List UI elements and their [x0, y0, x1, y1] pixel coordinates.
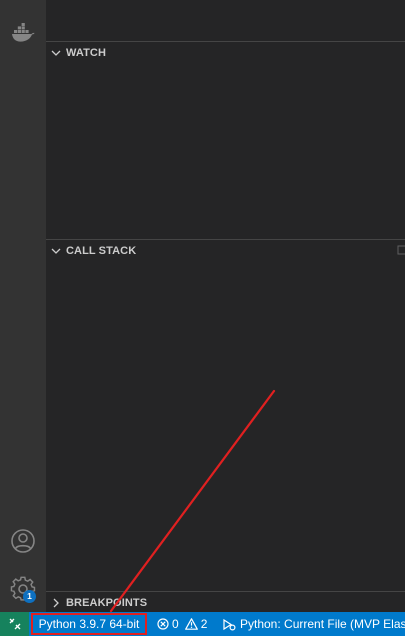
- warnings-count: 2: [200, 617, 208, 631]
- debug-run-icon: [223, 618, 236, 631]
- docker-icon: [12, 23, 35, 42]
- watch-section-header[interactable]: WATCH: [46, 41, 405, 63]
- docker-view-button[interactable]: [0, 16, 46, 50]
- status-bar: Python 3.9.7 64-bit 0 2 Python: Current …: [0, 612, 405, 636]
- call-stack-section-title: CALL STACK: [66, 244, 137, 257]
- accounts-button[interactable]: [0, 524, 46, 558]
- collapse-all-icon[interactable]: [397, 244, 405, 256]
- problems-button[interactable]: 0 2: [157, 612, 207, 636]
- activity-bar: 1: [0, 0, 46, 612]
- python-interpreter-label: Python 3.9.7 64-bit: [38, 617, 140, 631]
- debug-sidebar: WATCH CALL STACK BREAKPOINTS: [46, 0, 405, 612]
- debug-configuration-label: Python: Current File (MVP Elasti: [240, 617, 405, 631]
- remote-icon: [9, 618, 20, 630]
- python-interpreter-button[interactable]: Python 3.9.7 64-bit: [31, 613, 147, 635]
- remote-indicator-button[interactable]: [0, 612, 29, 636]
- chevron-right-icon: [53, 598, 59, 607]
- error-icon: [157, 618, 169, 630]
- chevron-down-icon: [51, 50, 61, 56]
- errors-count: 0: [172, 617, 179, 631]
- call-stack-section-header[interactable]: CALL STACK: [46, 239, 405, 261]
- watch-section-title: WATCH: [66, 46, 107, 59]
- breakpoints-section-header[interactable]: BREAKPOINTS: [46, 591, 405, 613]
- manage-badge: 1: [23, 590, 36, 603]
- debug-configuration-button[interactable]: Python: Current File (MVP Elasti: [222, 612, 405, 636]
- manage-button[interactable]: 1: [0, 571, 46, 607]
- account-icon: [11, 529, 35, 553]
- warning-icon: [184, 618, 198, 630]
- breakpoints-section-title: BREAKPOINTS: [66, 596, 148, 609]
- chevron-down-icon: [51, 248, 61, 254]
